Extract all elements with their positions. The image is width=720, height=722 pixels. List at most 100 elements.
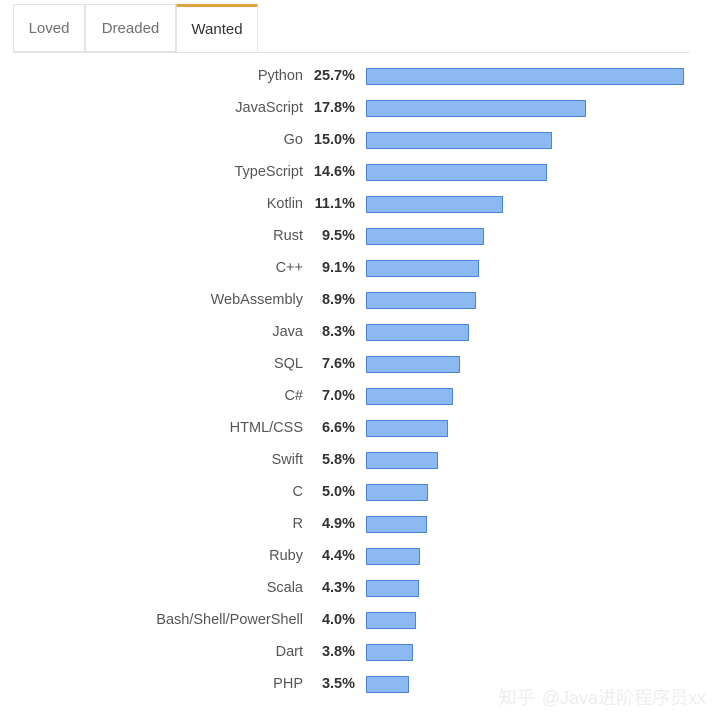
bar-fill[interactable]	[366, 67, 684, 85]
bar-category-label: Swift	[271, 452, 303, 468]
bar-fill[interactable]	[366, 195, 504, 213]
bar-row: WebAssembly 8.9%	[0, 284, 720, 316]
bar-track	[366, 316, 469, 348]
tab-wanted-label: Wanted	[191, 20, 243, 38]
bar-track	[366, 668, 410, 700]
bar-value-label: 9.1%	[321, 260, 355, 276]
bar-value-label: 5.8%	[321, 452, 355, 468]
bar-fill[interactable]	[366, 483, 428, 501]
bar-row: TypeScript 14.6%	[0, 156, 720, 188]
bar-value-label: 17.8%	[313, 100, 355, 116]
bar-fill[interactable]	[366, 99, 587, 117]
tab-dreaded-label: Dreaded	[101, 19, 160, 37]
bar-value-label: 8.9%	[321, 292, 355, 308]
bar-track	[366, 540, 421, 572]
bar-value-label: 3.8%	[321, 644, 355, 660]
bar-fill[interactable]	[366, 227, 484, 245]
bar-category-label: JavaScript	[235, 100, 303, 116]
bar-category-label: SQL	[273, 356, 303, 372]
bar-row: R 4.9%	[0, 508, 720, 540]
tab-loved-label: Loved	[28, 19, 70, 37]
bar-track	[366, 380, 453, 412]
bar-value-label: 4.0%	[321, 612, 355, 628]
bar-value-label: 11.1%	[314, 196, 355, 212]
bar-track	[366, 348, 460, 380]
bar-fill[interactable]	[366, 579, 420, 597]
bar-category-label: Bash/Shell/PowerShell	[156, 612, 303, 628]
bar-fill[interactable]	[366, 259, 479, 277]
bar-fill[interactable]	[366, 547, 421, 565]
bar-fill[interactable]	[366, 387, 453, 405]
bar-value-label: 15.0%	[313, 132, 355, 148]
bar-fill[interactable]	[366, 419, 448, 437]
bar-row: PHP 3.5%	[0, 668, 720, 700]
bar-value-label: 5.0%	[321, 484, 355, 500]
bar-fill[interactable]	[366, 515, 427, 533]
bar-track	[366, 188, 504, 220]
bar-fill[interactable]	[366, 323, 469, 341]
bar-category-label: HTML/CSS	[229, 420, 303, 436]
bar-fill[interactable]	[366, 355, 460, 373]
bar-row: Ruby 4.4%	[0, 540, 720, 572]
bar-row: Bash/Shell/PowerShell 4.0%	[0, 604, 720, 636]
bar-value-label: 4.3%	[321, 580, 355, 596]
tab-strip: Loved Dreaded Wanted	[0, 0, 720, 54]
bar-value-label: 7.6%	[321, 356, 355, 372]
bar-category-label: WebAssembly	[210, 292, 303, 308]
bar-track	[366, 508, 427, 540]
bar-track	[366, 636, 413, 668]
bar-row: Dart 3.8%	[0, 636, 720, 668]
bar-row: Scala 4.3%	[0, 572, 720, 604]
bar-track	[366, 476, 428, 508]
bar-value-label: 9.5%	[321, 228, 355, 244]
bar-fill[interactable]	[366, 451, 438, 469]
bar-track	[366, 156, 547, 188]
bar-row: SQL 7.6%	[0, 348, 720, 380]
bar-category-label: R	[292, 516, 303, 532]
bar-value-label: 25.7%	[313, 68, 355, 84]
bar-fill[interactable]	[366, 611, 416, 629]
bar-category-label: C++	[275, 260, 303, 276]
bar-value-label: 4.4%	[321, 548, 355, 564]
bar-row: JavaScript 17.8%	[0, 92, 720, 124]
bar-row: Kotlin 11.1%	[0, 188, 720, 220]
bar-category-label: Kotlin	[266, 196, 303, 212]
bar-track	[366, 444, 438, 476]
bar-row: Python 25.7%	[0, 60, 720, 92]
bar-row: C++ 9.1%	[0, 252, 720, 284]
bar-fill[interactable]	[366, 163, 547, 181]
bar-row: Java 8.3%	[0, 316, 720, 348]
bar-category-label: PHP	[273, 676, 303, 692]
bar-fill[interactable]	[366, 131, 552, 149]
bar-row: Go 15.0%	[0, 124, 720, 156]
bar-row: C 5.0%	[0, 476, 720, 508]
bar-track	[366, 60, 684, 92]
bar-category-label: Dart	[275, 644, 303, 660]
bar-track	[366, 412, 448, 444]
tab-wanted[interactable]: Wanted	[176, 4, 258, 52]
bar-row: Rust 9.5%	[0, 220, 720, 252]
bar-track	[366, 284, 477, 316]
bar-category-label: Scala	[266, 580, 303, 596]
bar-value-label: 14.6%	[313, 164, 355, 180]
bar-value-label: 4.9%	[321, 516, 355, 532]
wanted-languages-bar-chart: Python 25.7% JavaScript 17.8% Go 15.0% TypeScr…	[0, 60, 720, 700]
bar-value-label: 3.5%	[321, 676, 355, 692]
bar-row: Swift 5.8%	[0, 444, 720, 476]
bar-category-label: C	[292, 484, 303, 500]
bar-fill[interactable]	[366, 291, 477, 309]
bar-category-label: TypeScript	[234, 164, 304, 180]
bar-fill[interactable]	[366, 643, 413, 661]
bar-row: C# 7.0%	[0, 380, 720, 412]
tab-dreaded[interactable]: Dreaded	[85, 4, 176, 52]
bar-track	[366, 124, 552, 156]
bar-fill[interactable]	[366, 675, 410, 693]
tab-loved[interactable]: Loved	[13, 4, 85, 52]
bar-category-label: Rust	[273, 228, 303, 244]
bar-row: HTML/CSS 6.6%	[0, 412, 720, 444]
bar-track	[366, 220, 484, 252]
bar-category-label: C#	[284, 388, 303, 404]
bar-category-label: Python	[257, 68, 303, 84]
bar-track	[366, 604, 416, 636]
bar-category-label: Ruby	[269, 548, 303, 564]
